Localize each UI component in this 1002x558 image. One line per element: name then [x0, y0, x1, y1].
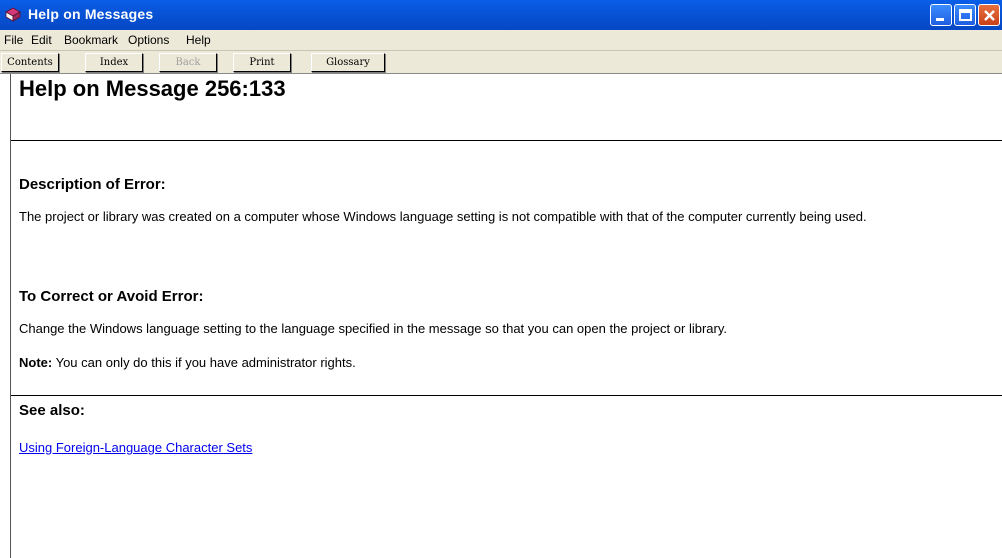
glossary-button[interactable]: Glossary: [311, 53, 385, 72]
help-book-icon: [4, 6, 22, 24]
toolbar: Contents Index Back Print Glossary: [0, 51, 1002, 74]
menu-options[interactable]: Options: [128, 33, 169, 47]
menu-help[interactable]: Help: [186, 33, 211, 47]
see-also-divider: [11, 395, 1002, 396]
note-label: Note:: [19, 355, 53, 370]
minimize-icon: [936, 18, 944, 21]
see-also-heading: See also:: [19, 402, 85, 419]
minimize-button[interactable]: [930, 4, 952, 26]
menu-bar: File Edit Bookmark Options Help: [0, 30, 1002, 51]
print-button[interactable]: Print: [233, 53, 291, 72]
index-button[interactable]: Index: [85, 53, 143, 72]
correct-heading: To Correct or Avoid Error:: [19, 288, 204, 305]
note-paragraph: Note: You can only do this if you have a…: [19, 354, 999, 371]
correct-text: Change the Windows language setting to t…: [19, 321, 727, 336]
contents-button[interactable]: Contents: [1, 53, 59, 72]
maximize-icon: [959, 9, 972, 21]
title-divider: [11, 140, 1002, 141]
close-button[interactable]: [978, 4, 1000, 26]
description-text: The project or library was created on a …: [19, 209, 867, 224]
page-title: Help on Message 256:133: [19, 76, 286, 101]
note-text: You can only do this if you have adminis…: [52, 355, 356, 370]
see-also-row: Using Foreign-Language Character Sets: [19, 439, 999, 456]
description-heading: Description of Error:: [19, 176, 166, 193]
menu-bookmark[interactable]: Bookmark: [64, 33, 118, 47]
window-title: Help on Messages: [28, 6, 154, 22]
help-content: Help on Message 256:133 Description of E…: [10, 74, 1002, 558]
menu-edit[interactable]: Edit: [31, 33, 52, 47]
back-button[interactable]: Back: [159, 53, 217, 72]
maximize-button[interactable]: [954, 4, 976, 26]
foreign-language-link[interactable]: Using Foreign-Language Character Sets: [19, 440, 252, 455]
close-icon: [984, 10, 995, 21]
menu-file[interactable]: File: [4, 33, 23, 47]
title-bar[interactable]: Help on Messages: [0, 0, 1002, 30]
